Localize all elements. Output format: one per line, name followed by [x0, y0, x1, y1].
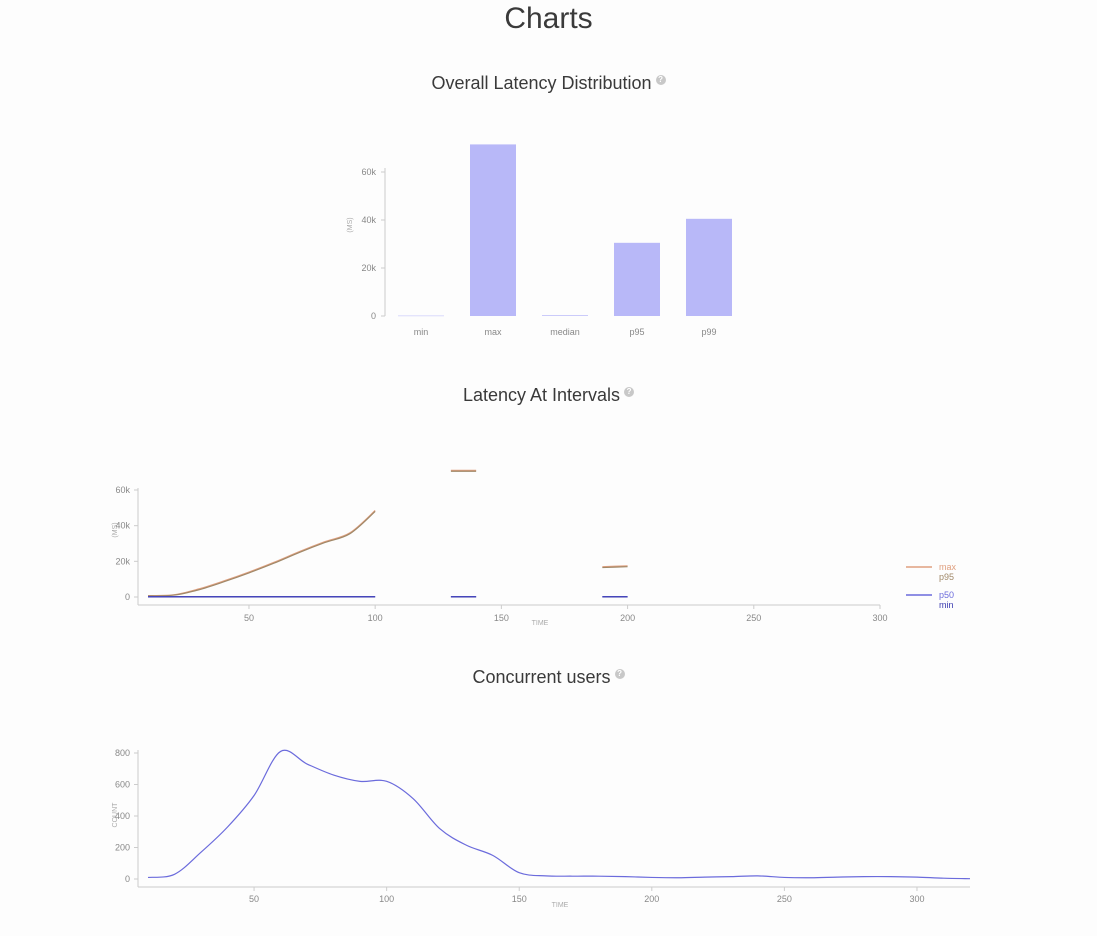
bar [398, 315, 444, 317]
question-circle-icon[interactable]: ? [655, 75, 666, 85]
x-tick-label: p99 [701, 327, 716, 337]
series-line-p95 [147, 510, 376, 597]
x-axis-label: TIME [552, 902, 569, 909]
x-tick-label: 150 [494, 613, 509, 623]
legend-label-p95: p95 [939, 572, 954, 582]
legend-label-max: max [939, 562, 957, 572]
latency-distribution-chart: 0 20k 40k 60k (MS) min max median p95 p99 [347, 144, 732, 337]
x-tick-label: 50 [249, 894, 259, 904]
question-circle-icon[interactable]: ? [614, 669, 625, 679]
latency-intervals-chart: 020k40k60k(MS)50 100 150 200 250 300TIMEmaxp9… [112, 469, 957, 627]
y-axis-label: COUNT [112, 802, 119, 828]
distribution-chart-title: Overall Latency Distribution? [0, 73, 1097, 94]
bar [542, 315, 588, 316]
x-tick-label: min [414, 327, 429, 337]
concurrent-users-chart: 0200400600800COUNT50 100 150 200 250 300TIME [112, 748, 971, 909]
y-tick-label: 200 [115, 843, 130, 853]
y-tick-label: 20k [115, 556, 130, 566]
bar [686, 218, 732, 316]
y-axis-label: (MS) [112, 522, 119, 537]
y-tick-label: 60k [361, 167, 376, 177]
x-tick-label: 250 [777, 894, 792, 904]
x-tick-label: 50 [244, 613, 254, 623]
series-line-users [147, 749, 971, 880]
y-axis-label: (MS) [347, 217, 354, 232]
y-tick-label: 60k [115, 485, 130, 495]
x-tick-label: max [484, 327, 502, 337]
page-title: Charts [504, 2, 593, 35]
bar [614, 242, 660, 316]
legend-label-min: min [939, 600, 954, 610]
y-tick-label: 0 [371, 311, 376, 321]
intervals-chart-title: Latency At Intervals? [0, 385, 1097, 406]
x-tick-label: 300 [909, 894, 924, 904]
y-tick-label: 800 [115, 748, 130, 758]
x-tick-label: 250 [746, 613, 761, 623]
legend-label-p50: p50 [939, 590, 954, 600]
x-tick-label: 200 [620, 613, 635, 623]
x-tick-label: 200 [644, 894, 659, 904]
x-tick-label: median [550, 327, 580, 337]
x-tick-label: 150 [512, 894, 527, 904]
x-tick-label: p95 [629, 327, 644, 337]
x-tick-label: 100 [368, 613, 383, 623]
y-tick-label: 0 [125, 874, 130, 884]
x-axis-label: TIME [532, 620, 549, 627]
series-line-max [147, 510, 376, 597]
y-tick-label: 600 [115, 780, 130, 790]
y-tick-label: 20k [361, 263, 376, 273]
concurrent-users-chart-title: Concurrent users? [0, 667, 1097, 688]
x-tick-label: 300 [872, 613, 887, 623]
y-tick-label: 40k [361, 215, 376, 225]
bar [470, 144, 516, 316]
question-circle-icon[interactable]: ? [624, 387, 635, 397]
x-tick-label: 100 [379, 894, 394, 904]
y-tick-label: 0 [125, 592, 130, 602]
